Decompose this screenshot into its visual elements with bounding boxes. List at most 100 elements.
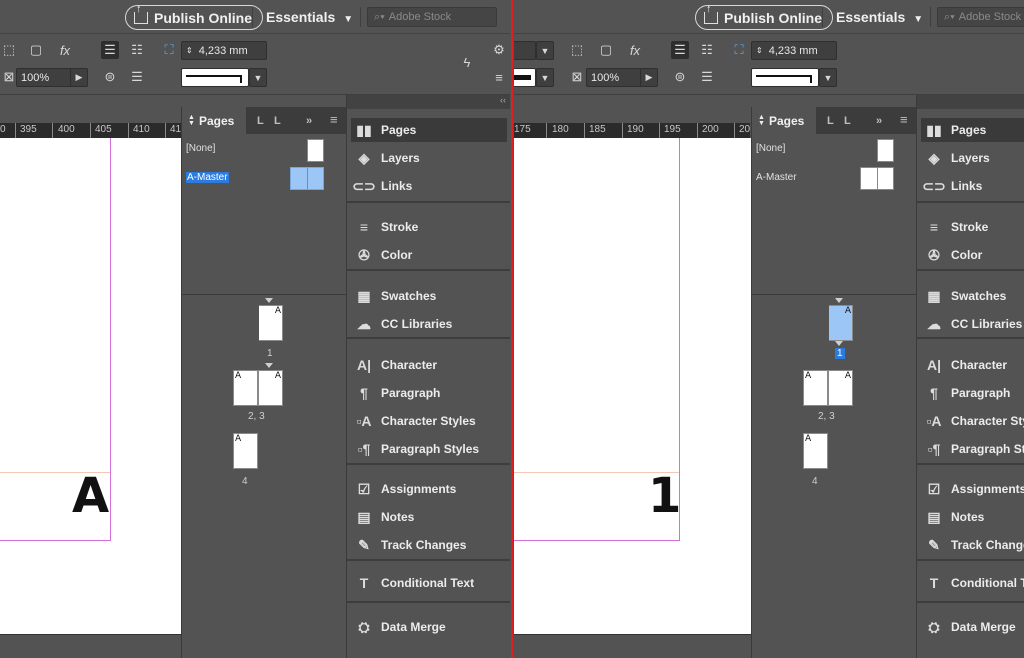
frame-icon[interactable]: ⬚ — [568, 41, 586, 59]
master-a[interactable]: A-Master — [186, 172, 229, 183]
effects-icon[interactable]: fx — [56, 41, 74, 59]
dock-item-links[interactable]: ⊂⊃ Links — [921, 174, 1024, 198]
dock-item-paragraph-styles[interactable]: ▫¶Paragraph Styles — [351, 437, 507, 461]
transform-icon[interactable]: ⛶ — [730, 41, 748, 59]
space-icon[interactable]: ☰ — [128, 68, 146, 86]
master-a-thumb[interactable] — [290, 167, 324, 190]
dock-item-stroke[interactable]: ≡ Stroke — [921, 215, 1024, 239]
dock-item-conditional-text[interactable]: TConditional Text — [351, 571, 507, 595]
zoom-field-right[interactable]: 100% — [586, 68, 642, 87]
tab-mini-1[interactable]: L — [257, 115, 264, 127]
partial-dropdown[interactable]: ▼ — [536, 41, 554, 60]
dock-item-character[interactable]: A| Character — [921, 353, 1024, 377]
dock-item-character-styles[interactable]: ▫ACharacter Styles — [921, 409, 1024, 433]
master-none[interactable]: [None] — [186, 143, 215, 154]
master-a-thumb[interactable] — [860, 167, 894, 190]
page-3-thumb[interactable]: A — [258, 370, 283, 406]
partial-swatch[interactable] — [514, 68, 536, 87]
master-none[interactable]: [None] — [756, 143, 785, 154]
align-justify-icon[interactable]: ☷ — [128, 41, 146, 59]
dock-item-cc-libraries[interactable]: ☁ CC Libraries — [351, 312, 507, 336]
page-3-thumb[interactable]: A — [828, 370, 853, 406]
frame-icon[interactable]: ⬚ — [0, 41, 18, 59]
scale-icon[interactable]: ⊠ — [568, 68, 586, 86]
distribute-icon[interactable]: ⊜ — [671, 68, 689, 86]
dock-item-data-merge[interactable]: ⛭ Data Merge — [921, 615, 1024, 639]
align-justify-icon[interactable]: ☷ — [698, 41, 716, 59]
distribute-icon[interactable]: ⊜ — [101, 68, 119, 86]
fill-frame-icon[interactable]: ▢ — [597, 41, 615, 59]
partial-field[interactable] — [514, 41, 536, 60]
dock-item-swatches[interactable]: ▦ Swatches — [921, 284, 1024, 308]
space-icon[interactable]: ☰ — [698, 68, 716, 86]
tab-pages-right[interactable]: ▲ ▼ Pages — [752, 107, 816, 134]
page-2-thumb[interactable]: A — [233, 370, 258, 406]
dock-item-color[interactable]: ✇ Color — [921, 243, 1024, 267]
zoom-dropdown[interactable]: ▶ — [70, 68, 88, 87]
stroke-style-dropdown-right[interactable]: ▼ — [819, 68, 837, 87]
zoom-dropdown-right[interactable]: ▶ — [640, 68, 658, 87]
dock-item-links[interactable]: ⊂⊃ Links — [351, 174, 507, 198]
dock-item-cc-libraries[interactable]: ☁ CC Libraries — [921, 312, 1024, 336]
stroke-style-select[interactable] — [181, 68, 249, 87]
dock-item-swatches[interactable]: ▦ Swatches — [351, 284, 507, 308]
gear-icon[interactable]: ⚙ — [490, 41, 508, 59]
collapse-dock-icon[interactable]: ‹‹ — [347, 95, 510, 109]
page-1-thumb-selected[interactable]: A — [828, 305, 853, 341]
dock-item-stroke[interactable]: ≡ Stroke — [351, 215, 507, 239]
dock-item-layers[interactable]: ◈ Layers — [351, 146, 507, 170]
master-a[interactable]: A-Master — [756, 172, 797, 183]
dock-item-pages[interactable]: ▮▮ Pages — [351, 118, 507, 142]
effects-icon[interactable]: fx — [626, 41, 644, 59]
dock-item-character-styles[interactable]: ▫ACharacter Styles — [351, 409, 507, 433]
partial-swatch-dropdown[interactable]: ▼ — [536, 68, 554, 87]
dock-item-data-merge[interactable]: ⛭ Data Merge — [351, 615, 507, 639]
workspace-switcher-right[interactable]: Essentials ▼ — [836, 9, 923, 25]
page-2-thumb[interactable]: A — [803, 370, 828, 406]
dock-item-notes[interactable]: ▤ Notes — [921, 505, 1024, 529]
dock-item-paragraph[interactable]: ¶ Paragraph — [921, 381, 1024, 405]
tab-mini-2[interactable]: L — [844, 115, 851, 127]
tab-mini-2[interactable]: L — [274, 115, 281, 127]
transform-icon[interactable]: ⛶ — [160, 41, 178, 59]
dock-item-character[interactable]: A| Character — [351, 353, 507, 377]
publish-online-button-right[interactable]: Publish Online — [695, 3, 834, 30]
workspace-switcher[interactable]: Essentials ▼ — [266, 9, 353, 25]
dock-item-color[interactable]: ✇ Color — [351, 243, 507, 267]
tab-mini-1[interactable]: L — [827, 115, 834, 127]
dock-item-pages[interactable]: ▮▮ Pages — [921, 118, 1024, 142]
dock-item-conditional-text[interactable]: TConditional Text — [921, 571, 1024, 595]
panel-menu-icon[interactable]: ≡ — [330, 112, 338, 127]
stock-search-input-right[interactable]: ⌕▾ Adobe Stock — [937, 7, 1024, 27]
dock-item-assignments[interactable]: ☑ Assignments — [921, 477, 1024, 501]
align-center-icon[interactable]: ☰ — [101, 41, 119, 59]
master-none-thumb[interactable] — [877, 139, 894, 162]
master-none-thumb[interactable] — [307, 139, 324, 162]
lightning-icon[interactable]: ϟ — [458, 53, 476, 71]
dock-item-layers[interactable]: ◈ Layers — [921, 146, 1024, 170]
zoom-field[interactable]: 100% — [16, 68, 72, 87]
dock-item-track-changes[interactable]: ✎Track Changes — [921, 533, 1024, 557]
document-canvas[interactable]: A — [0, 138, 181, 634]
stroke-style-dropdown[interactable]: ▼ — [249, 68, 267, 87]
dock-item-notes[interactable]: ▤ Notes — [351, 505, 507, 529]
page-1-thumb[interactable]: A — [258, 305, 283, 341]
publish-online-button[interactable]: Publish Online — [125, 3, 264, 30]
document-canvas-right[interactable]: 1 — [514, 138, 751, 634]
dock-item-assignments[interactable]: ☑ Assignments — [351, 477, 507, 501]
page-4-thumb[interactable]: A — [803, 433, 828, 469]
panel-menu-icon[interactable]: ≡ — [900, 112, 908, 127]
dock-item-track-changes[interactable]: ✎Track Changes — [351, 533, 507, 557]
menu-icon[interactable]: ≡ — [490, 68, 508, 86]
page-4-thumb[interactable]: A — [233, 433, 258, 469]
stroke-weight-field-right[interactable]: ⇕ 4,233 mm — [751, 41, 837, 60]
dock-item-paragraph-styles[interactable]: ▫¶Paragraph Styles — [921, 437, 1024, 461]
dock-item-paragraph[interactable]: ¶ Paragraph — [351, 381, 507, 405]
stroke-style-select-right[interactable] — [751, 68, 819, 87]
stock-search-input[interactable]: ⌕▾ Adobe Stock — [367, 7, 497, 27]
tab-pages[interactable]: ▲ ▼ Pages — [182, 107, 246, 134]
expand-icon[interactable]: » — [876, 115, 882, 127]
expand-icon[interactable]: » — [306, 115, 312, 127]
fill-frame-icon[interactable]: ▢ — [27, 41, 45, 59]
stroke-weight-field[interactable]: ⇕ 4,233 mm — [181, 41, 267, 60]
